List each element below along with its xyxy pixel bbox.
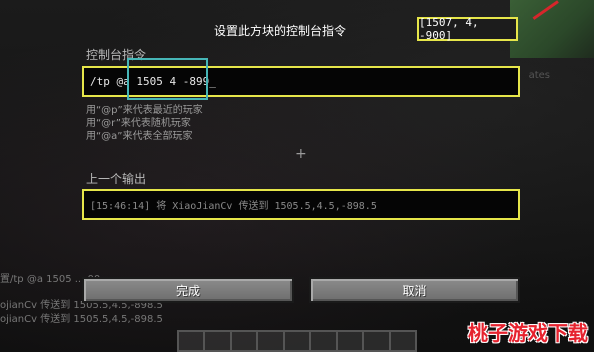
cancel-button[interactable]: 取消 — [309, 277, 520, 303]
hotbar-slot[interactable] — [364, 332, 391, 350]
hint-all-players: 用“@a”来代表全部玩家 — [86, 131, 193, 142]
crosshair-icon: + — [295, 146, 307, 162]
hotbar-slot[interactable] — [179, 332, 206, 350]
hotbar-slot[interactable] — [285, 332, 312, 350]
chat-line: ojianCv 传送到 1505.5,4.5,-898.5 — [0, 314, 163, 325]
site-watermark: 桃子游戏下载 — [468, 321, 588, 345]
hotbar-slot[interactable] — [311, 332, 338, 350]
hotbar — [177, 330, 417, 352]
hotbar-slot[interactable] — [391, 332, 415, 350]
hotbar-slot[interactable] — [205, 332, 232, 350]
hotbar-slot[interactable] — [258, 332, 285, 350]
command-coords-highlight — [127, 58, 208, 100]
hotbar-slot[interactable] — [232, 332, 259, 350]
background-text: ates — [528, 70, 550, 81]
output-label: 上一个输出 — [86, 172, 147, 186]
done-button[interactable]: 完成 — [82, 277, 294, 303]
previous-output-field[interactable]: [15:46:14] 将 XiaoJianCv 传送到 1505.5,4.5,-… — [82, 189, 520, 220]
hotbar-slot[interactable] — [338, 332, 365, 350]
previous-output-text: [15:46:14] 将 XiaoJianCv 传送到 1505.5,4.5,-… — [90, 201, 377, 212]
block-coordinates: [1507, 4, -900] — [417, 16, 518, 42]
